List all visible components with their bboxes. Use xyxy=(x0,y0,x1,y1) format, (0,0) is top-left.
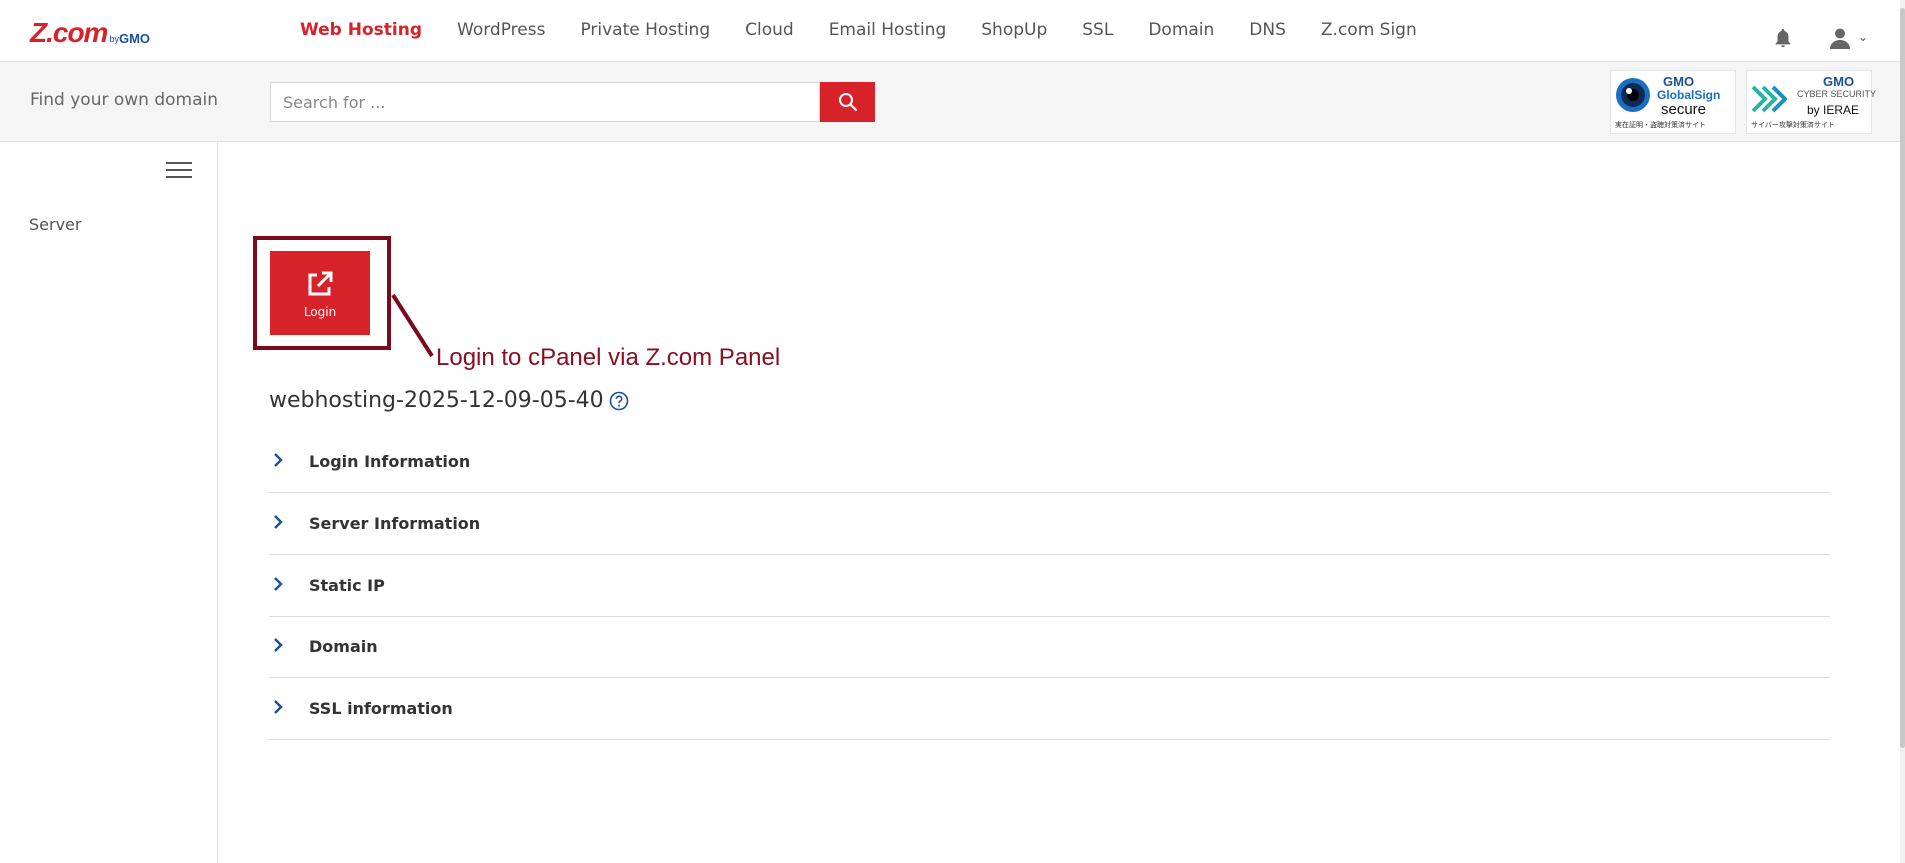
hamburger-icon[interactable] xyxy=(166,160,194,180)
nav-ssl[interactable]: SSL xyxy=(1082,20,1113,40)
chevron-right-icon xyxy=(274,577,283,591)
ierae-logo-icon xyxy=(1751,85,1787,113)
logo-gmo-text: GMO xyxy=(118,31,151,46)
chevron-down-icon[interactable]: ⌄ xyxy=(1858,30,1868,44)
section-label: Static IP xyxy=(309,576,385,595)
server-name-text: webhosting-2025-12-09-05-40 xyxy=(269,388,604,413)
chevron-right-icon xyxy=(274,453,283,467)
annotation-text: Login to cPanel via Z.com Panel xyxy=(436,344,781,371)
user-icon[interactable] xyxy=(1828,26,1852,50)
search-icon xyxy=(838,93,857,112)
chevron-right-icon xyxy=(274,700,283,714)
nav-cloud[interactable]: Cloud xyxy=(745,20,794,40)
section-label: Login Information xyxy=(309,452,471,471)
badge-gs-gmo: GMO xyxy=(1663,74,1695,89)
sidebar: Server xyxy=(0,142,218,863)
domain-search-input[interactable] xyxy=(270,82,820,122)
bell-icon[interactable] xyxy=(1772,27,1794,49)
zcom-logo[interactable]: Z.com by GMO xyxy=(30,17,150,47)
search-button[interactable] xyxy=(820,82,875,122)
section-login-information[interactable]: Login Information xyxy=(269,432,1830,493)
section-ssl-information[interactable]: SSL information xyxy=(269,679,1830,740)
main-nav: Web Hosting WordPress Private Hosting Cl… xyxy=(300,20,1452,40)
badge-gs-name: GlobalSign xyxy=(1657,88,1721,102)
find-domain-label: Find your own domain xyxy=(30,90,219,110)
help-icon[interactable] xyxy=(609,391,629,411)
section-label: Domain xyxy=(309,637,378,656)
server-name-heading: webhosting-2025-12-09-05-40 xyxy=(269,388,629,413)
domain-search-bar: Find your own domain GMO GlobalSign secu… xyxy=(0,62,1905,142)
badge-ierae-by: by IERAE xyxy=(1807,103,1860,117)
globalsign-eye-icon xyxy=(1616,78,1650,112)
badge-ierae-gmo: GMO xyxy=(1823,74,1855,89)
section-static-ip[interactable]: Static IP xyxy=(269,556,1830,617)
vertical-scrollbar-thumb[interactable] xyxy=(1900,8,1905,748)
badge-ierae-footer: サイバー攻撃対策済サイト xyxy=(1751,122,1835,129)
nav-shopup[interactable]: ShopUp xyxy=(981,20,1047,40)
globalsign-badge[interactable]: GMO GlobalSign secure 実在証明・盗聴対策済サイト xyxy=(1610,70,1736,134)
badge-gs-secure: secure xyxy=(1661,101,1707,118)
nav-private-hosting[interactable]: Private Hosting xyxy=(580,20,710,40)
nav-domain[interactable]: Domain xyxy=(1148,20,1214,40)
nav-wordpress[interactable]: WordPress xyxy=(457,20,545,40)
section-server-information[interactable]: Server Information xyxy=(269,494,1830,555)
ierae-badge[interactable]: GMO CYBER SECURITY by IERAE サイバー攻撃対策済サイト xyxy=(1746,70,1876,134)
nav-dns[interactable]: DNS xyxy=(1249,20,1286,40)
badge-ierae-cyber: CYBER SECURITY xyxy=(1797,89,1877,99)
nav-zcom-sign[interactable]: Z.com Sign xyxy=(1321,20,1417,40)
top-navbar: Z.com by GMO Web Hosting WordPress Priva… xyxy=(0,0,1905,62)
external-link-icon xyxy=(308,271,333,296)
section-domain[interactable]: Domain xyxy=(269,617,1830,678)
cpanel-login-button[interactable]: Login xyxy=(270,251,370,335)
logo-text: Z.com xyxy=(30,17,108,48)
section-label: SSL information xyxy=(309,699,453,718)
nav-email-hosting[interactable]: Email Hosting xyxy=(829,20,947,40)
chevron-right-icon xyxy=(274,638,283,652)
chevron-right-icon xyxy=(274,515,283,529)
badge-gs-footer: 実在証明・盗聴対策済サイト xyxy=(1615,122,1706,129)
sidebar-item-server[interactable]: Server xyxy=(29,215,81,234)
nav-web-hosting[interactable]: Web Hosting xyxy=(300,20,422,40)
logo-by-text: by xyxy=(109,34,119,44)
login-button-label: Login xyxy=(303,305,337,319)
section-label: Server Information xyxy=(309,514,481,533)
